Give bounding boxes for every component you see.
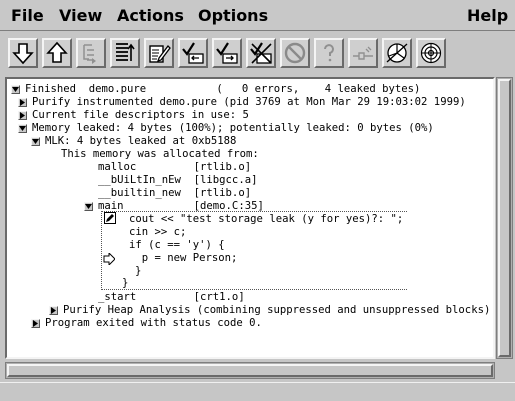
help-button[interactable] xyxy=(314,38,344,68)
connect-button[interactable] xyxy=(348,38,378,68)
triangle-right-icon xyxy=(51,307,56,314)
arrow-up-icon xyxy=(46,41,68,63)
edit-button[interactable] xyxy=(144,38,174,68)
suppress-button[interactable] xyxy=(178,38,208,68)
source-line: cin >> c; xyxy=(129,226,187,238)
collapse-button[interactable] xyxy=(110,38,140,68)
previous-message-button[interactable] xyxy=(42,38,72,68)
edit-pencil-icon[interactable] xyxy=(104,212,116,224)
expand-tree-icon xyxy=(83,44,96,64)
current-line-arrow-icon xyxy=(103,253,115,265)
menu-view[interactable]: View xyxy=(59,6,102,25)
connect-icon xyxy=(353,46,373,60)
menu-file[interactable]: File xyxy=(11,6,44,25)
tree-line: This memory was allocated from: xyxy=(61,148,259,160)
source-line: cout << "test storage leak (y for yes)?:… xyxy=(129,213,404,225)
collapse-list-icon xyxy=(116,43,135,61)
triangle-down-icon xyxy=(32,139,39,144)
stack-frame[interactable]: __builtin_new [rtlib.o] xyxy=(98,187,251,200)
tree-line: Program exited with status code 0. xyxy=(45,317,262,329)
unsuppress-button[interactable] xyxy=(212,38,242,68)
collapse-triangle[interactable] xyxy=(11,85,20,94)
triangle-right-icon xyxy=(20,112,25,119)
triangle-down-icon xyxy=(12,87,19,92)
collapse-triangle[interactable] xyxy=(31,137,40,146)
suppress-check-icon xyxy=(182,42,204,64)
expand-triangle[interactable] xyxy=(18,111,27,120)
tree-line: Purify Heap Analysis (combining suppress… xyxy=(63,304,491,316)
triangle-down-icon xyxy=(85,204,92,209)
unsuppress-check-icon xyxy=(216,42,238,64)
next-message-button[interactable] xyxy=(8,38,38,68)
tree-line: Finished demo.pure ( 0 errors, 4 leaked … xyxy=(25,83,421,95)
output-tree-pane[interactable]: Finished demo.pure ( 0 errors, 4 leaked … xyxy=(5,77,495,359)
status-bar xyxy=(0,382,515,401)
help-question-icon xyxy=(324,44,334,62)
triangle-right-icon xyxy=(33,320,38,327)
menu-help[interactable]: Help xyxy=(467,6,508,25)
tree-line: MLK: 4 bytes leaked at 0xb5188 xyxy=(45,135,237,147)
triangle-down-icon xyxy=(19,126,26,131)
expand-button[interactable] xyxy=(76,38,106,68)
arrow-down-icon xyxy=(12,43,34,65)
triangle-right-icon xyxy=(20,99,25,106)
edit-source-icon xyxy=(149,45,171,63)
expand-triangle[interactable] xyxy=(31,319,40,328)
toolbar xyxy=(0,32,515,74)
stack-frame[interactable]: __bUiLtIn_nEw [libgcc.a] xyxy=(98,174,257,187)
collapse-triangle[interactable] xyxy=(84,202,93,211)
vertical-scroll-thumb[interactable] xyxy=(498,79,511,357)
no-entry-icon xyxy=(284,42,306,64)
chart-button[interactable] xyxy=(382,38,412,68)
horizontal-scrollbar[interactable] xyxy=(5,362,495,379)
kill-button[interactable] xyxy=(246,38,276,68)
tree-line: Memory leaked: 4 bytes (100%); potential… xyxy=(32,122,434,134)
vertical-scrollbar[interactable] xyxy=(496,77,513,359)
stack-frame[interactable]: malloc [rtlib.o] xyxy=(98,161,251,174)
pie-chart-icon xyxy=(386,43,408,63)
expand-triangle[interactable] xyxy=(49,306,58,315)
stack-frame[interactable]: _start [crt1.o] xyxy=(98,291,245,304)
menubar: File View Actions Options Help xyxy=(0,0,515,31)
expand-triangle[interactable] xyxy=(18,98,27,107)
menu-actions[interactable]: Actions xyxy=(117,6,184,25)
tree-line: Purify instrumented demo.pure (pid 3769 … xyxy=(32,96,466,108)
collapse-triangle[interactable] xyxy=(18,124,27,133)
target-icon xyxy=(420,42,442,64)
horizontal-scroll-thumb[interactable] xyxy=(7,364,493,377)
tree-line: Current file descriptors in use: 5 xyxy=(32,109,249,121)
stop-button[interactable] xyxy=(280,38,310,68)
source-line: } xyxy=(135,265,142,277)
source-line: if (c == 'y') { xyxy=(129,239,225,251)
kill-check-icon xyxy=(250,42,272,64)
target-button[interactable] xyxy=(416,38,446,68)
source-line: p = new Person; xyxy=(129,252,238,264)
source-line: } xyxy=(122,277,129,289)
menu-options[interactable]: Options xyxy=(198,6,268,25)
